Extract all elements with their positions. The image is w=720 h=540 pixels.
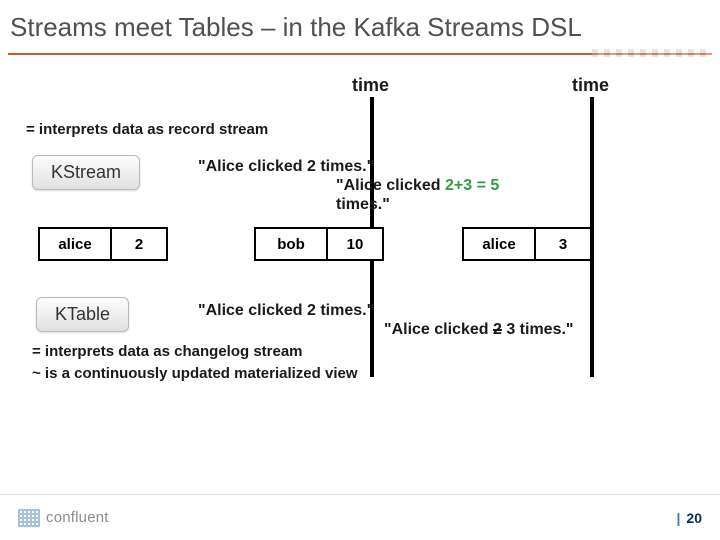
footer: confluent | 20 — [0, 494, 720, 540]
kstream-speech-2: "Alice clicked 2+3 = 5 times." — [336, 157, 586, 215]
ktable-speech-2-strike: 2 — [493, 321, 502, 338]
kstream-interpret-note: = interprets data as record stream — [26, 121, 268, 138]
record-1: alice 2 — [38, 227, 168, 261]
record-3: alice 3 — [462, 227, 592, 261]
slide-title: Streams meet Tables – in the Kafka Strea… — [0, 0, 720, 51]
ktable-badge-label: KTable — [36, 297, 129, 332]
ktable-speech-2b: 3 times." — [502, 321, 574, 338]
brand-logo: confluent — [18, 509, 109, 527]
ktable-speech-2a: "Alice clicked — [384, 321, 493, 338]
record-2-key: bob — [256, 229, 328, 259]
kstream-speech-2b: times." — [336, 196, 390, 213]
record-3-val: 3 — [536, 229, 590, 259]
ktable-interpret-2: ~ is a continuously updated materialized… — [32, 365, 358, 382]
kstream-badge-label: KStream — [32, 155, 140, 190]
brand-logo-text: confluent — [46, 509, 109, 526]
page-number-value: 20 — [686, 510, 702, 526]
record-1-key: alice — [40, 229, 112, 259]
record-1-val: 2 — [112, 229, 166, 259]
page-number: | 20 — [677, 510, 703, 526]
time-label-1: time — [352, 75, 389, 96]
ktable-speech-1: "Alice clicked 2 times." — [198, 301, 408, 320]
kstream-badge: KStream — [32, 155, 140, 190]
time-label-2: time — [572, 75, 609, 96]
kstream-speech-2-math: 2+3 = 5 — [445, 177, 499, 194]
divider — [0, 51, 720, 61]
page-number-bar: | — [677, 510, 681, 526]
ktable-interpret-1: = interprets data as changelog stream — [32, 343, 303, 360]
ktable-speech-2: "Alice clicked 2 3 times." — [384, 301, 644, 339]
record-3-key: alice — [464, 229, 536, 259]
record-2-val: 10 — [328, 229, 382, 259]
content-area: time time = interprets data as record st… — [0, 61, 720, 491]
record-2: bob 10 — [254, 227, 384, 261]
brand-logo-mark — [18, 509, 40, 527]
kstream-speech-2a: "Alice clicked — [336, 177, 445, 194]
ktable-badge: KTable — [36, 297, 129, 332]
